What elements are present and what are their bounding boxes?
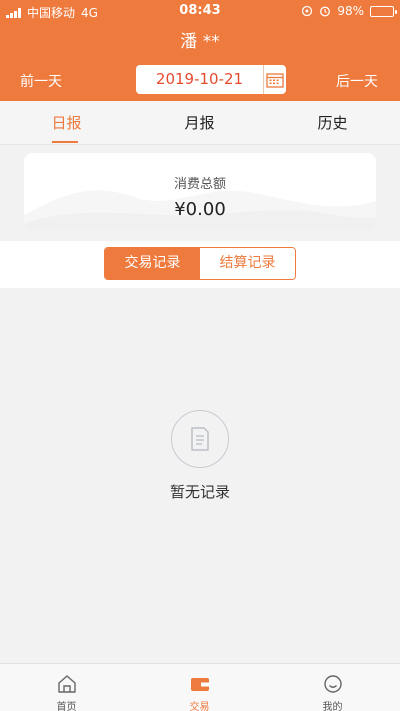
page-title: 潘 ** <box>180 32 220 52</box>
nav-home[interactable]: 首页 <box>0 664 133 711</box>
battery-icon <box>370 5 397 17</box>
nav-profile-label: 我的 <box>322 702 343 711</box>
nav-home-label: 首页 <box>56 702 77 711</box>
battery-percent: 98% <box>337 4 364 18</box>
tab-history[interactable]: 历史 <box>266 101 399 145</box>
settlement-records-button[interactable]: 结算记录 <box>200 248 295 279</box>
home-icon <box>58 675 76 693</box>
report-tabs: 日报 月报 历史 <box>0 101 400 145</box>
summary-card: 消费总额 ¥0.00 <box>24 153 376 230</box>
calendar-button[interactable] <box>263 65 286 94</box>
total-spend-value: ¥0.00 <box>174 199 226 220</box>
nav-transactions[interactable]: 交易 <box>133 664 266 711</box>
next-day-button[interactable]: 后一天 <box>336 71 378 91</box>
status-right: 98% <box>301 4 397 18</box>
tab-daily[interactable]: 日报 <box>0 101 133 145</box>
wallet-icon <box>191 678 209 691</box>
date-display[interactable]: 2019-10-21 <box>136 65 263 94</box>
empty-state-text: 暂无记录 <box>169 483 230 501</box>
nav-profile[interactable]: 我的 <box>266 664 399 711</box>
alarm-icon <box>320 6 331 17</box>
date-bar: 前一天 2019-10-21 后一天 <box>0 64 400 94</box>
tab-monthly[interactable]: 月报 <box>133 101 266 145</box>
transaction-records-button[interactable]: 交易记录 <box>105 248 200 279</box>
record-toggle-bar: 交易记录 结算记录 <box>0 241 400 288</box>
face-icon <box>324 675 342 693</box>
calendar-icon <box>266 72 284 88</box>
prev-day-button[interactable]: 前一天 <box>20 71 62 91</box>
header: 中国移动 4G 08:43 98% 潘 ** 前一天 2019-10-21 后一… <box>0 0 400 101</box>
status-bar: 中国移动 4G 08:43 98% <box>0 0 400 22</box>
record-toggle: 交易记录 结算记录 <box>104 247 296 280</box>
total-spend-label: 消费总额 <box>173 177 226 192</box>
document-icon <box>171 410 229 468</box>
orientation-lock-icon <box>302 5 313 17</box>
nav-transactions-label: 交易 <box>189 702 210 711</box>
bottom-nav: 首页 交易 我的 <box>0 663 400 711</box>
